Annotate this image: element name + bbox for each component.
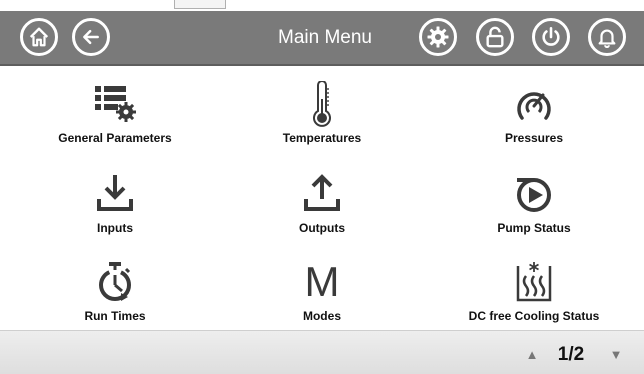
menu-item-inputs[interactable]: Inputs [15,162,215,248]
page-title: Main Menu [278,27,372,48]
pagination-bar: ▲ 1/2 ▼ [0,330,644,374]
modes-m-glyph: M [304,258,340,305]
menu-item-label: Outputs [299,221,345,235]
menu-item-dc-free-cooling-status[interactable]: DC free Cooling Status [434,250,634,336]
modes-m-icon: M [297,258,347,306]
download-input-icon [90,170,140,218]
header-bar: Main Menu [0,11,644,66]
home-button[interactable] [20,18,58,56]
menu-item-run-times[interactable]: Run Times [15,250,215,336]
arrow-up-icon: ▲ [525,347,539,362]
arrow-down-icon: ▼ [609,347,623,362]
menu-item-label: Run Times [84,309,146,323]
page-up-button[interactable]: ▲ [512,339,552,371]
page-indicator: 1/2 [557,344,585,365]
thermometer-icon [297,80,347,128]
menu-item-label: General Parameters [58,131,172,145]
power-icon [542,27,560,46]
menu-item-pump-status[interactable]: Pump Status [434,162,634,248]
parameters-list-gear-icon [90,80,140,128]
menu-item-temperatures[interactable]: Temperatures [222,72,422,158]
menu-item-outputs[interactable]: Outputs [222,162,422,248]
menu-item-label: Temperatures [282,131,362,145]
pump-play-icon [509,170,559,218]
menu-item-label: Pump Status [497,221,571,235]
menu-item-label: DC free Cooling Status [468,309,600,323]
menu-item-label: Pressures [504,131,564,145]
menu-item-label: Inputs [97,221,133,235]
gear-icon [427,26,449,48]
menu-item-pressures[interactable]: Pressures [434,72,634,158]
menu-item-general-parameters[interactable]: General Parameters [15,72,215,158]
unlock-icon [486,26,504,48]
back-button[interactable] [72,18,110,56]
free-cooling-icon [509,258,559,306]
home-icon [29,27,49,47]
bell-icon [598,29,616,48]
top-tab-stub [174,0,226,9]
page-down-button[interactable]: ▼ [596,339,636,371]
main-menu-grid: General Parameters Temperatures Pressure… [0,68,644,330]
upload-output-icon [297,170,347,218]
stopwatch-icon [90,258,140,306]
notifications-button[interactable] [588,18,626,56]
unlock-button[interactable] [476,18,514,56]
settings-button[interactable] [419,18,457,56]
power-button[interactable] [532,18,570,56]
pressure-gauge-icon [509,80,559,128]
menu-item-modes[interactable]: M Modes [222,250,422,336]
menu-item-label: Modes [302,309,341,323]
back-arrow-icon [83,29,99,45]
